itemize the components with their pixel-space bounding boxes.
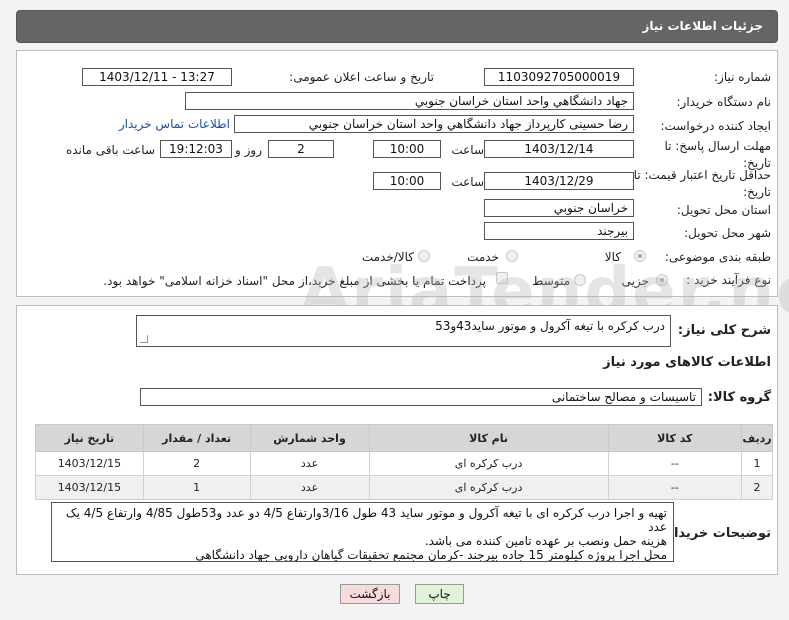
summary-text: درب کرکره با تیغه آکرول و موتور ساید43و5…	[435, 319, 665, 333]
category-goods-label: کالا	[604, 250, 621, 264]
treasury-payment-checkbox[interactable]	[496, 272, 508, 284]
table-row: 1 -- درب کرکره ای عدد 2 1403/12/15	[35, 451, 773, 476]
item-quantity: 2	[142, 451, 251, 476]
item-need-date: 1403/12/15	[35, 475, 144, 500]
item-name: درب کرکره ای	[368, 451, 609, 476]
goods-section-title: اطلاعات کالاهای مورد نیاز	[603, 355, 771, 370]
col-code: کد کالا	[607, 424, 743, 452]
need-number-label: شماره نیاز:	[714, 70, 771, 84]
item-code: --	[607, 451, 743, 476]
goods-group-field: تاسیسات و مصالح ساختمانی	[140, 388, 702, 406]
col-name: نام کالا	[368, 424, 609, 452]
price-validity-label: حداقل تاریخ اعتبار قیمت: تا تاریخ:	[633, 168, 771, 199]
buyer-org-label: نام دستگاه خریدار:	[676, 95, 772, 109]
treasury-payment-note: پرداخت تمام یا بخشی از مبلغ خرید،از محل …	[103, 274, 486, 288]
remaining-label: ساعت باقی مانده	[65, 143, 155, 157]
col-row: ردیف	[741, 424, 773, 452]
deadline-date-field: 1403/12/14	[484, 140, 634, 158]
need-number-field: 1103092705000019	[484, 68, 634, 86]
buyer-notes-label: توضیحات خریدار:	[661, 526, 771, 541]
remaining-time-field: 19:12:03	[160, 140, 232, 158]
process-medium-radio[interactable]	[574, 274, 586, 286]
summary-label: شرح کلی نیاز:	[677, 323, 771, 338]
category-label: طبقه بندی موضوعی:	[664, 250, 771, 264]
goods-group-label: گروه کالا:	[707, 390, 771, 405]
resize-handle-icon[interactable]	[140, 335, 148, 343]
buyer-notes-line: محل اجرا پروژه کیلومتر 15 جاده بیرجند -ک…	[195, 548, 667, 562]
province-field: خراسان جنوبي	[484, 199, 634, 217]
creator-field: رضا حسینی کارپرداز جهاد دانشگاهي واحد اس…	[234, 115, 634, 133]
creator-label: ایجاد کننده درخواست:	[660, 119, 771, 133]
goods-table: ردیف کد کالا نام کالا واحد شمارش تعداد /…	[35, 424, 773, 500]
category-goods-service-label: کالا/خدمت	[361, 250, 414, 264]
item-code: --	[607, 475, 743, 500]
item-unit: عدد	[249, 451, 370, 476]
print-button[interactable]: چاپ	[415, 584, 464, 604]
item-need-date: 1403/12/15	[35, 451, 144, 476]
col-quantity: تعداد / مقدار	[142, 424, 251, 452]
buyer-notes-line: هزینه حمل ونصب بر عهده تامین کننده می با…	[424, 534, 667, 548]
price-validity-time-label: ساعت	[451, 175, 484, 189]
item-name: درب کرکره ای	[368, 475, 609, 500]
buyer-org-field: جهاد دانشگاهي واحد استان خراسان جنوبي	[185, 92, 634, 110]
process-label: نوع فرآیند خرید :	[686, 273, 771, 287]
deadline-time-field: 10:00	[373, 140, 441, 158]
buyer-notes-line: تهیه و اجرا درب کرکره ای با تیغه آکرول و…	[65, 506, 667, 534]
days-label: روز و	[235, 143, 262, 157]
city-field: بیرجند	[484, 222, 634, 240]
col-unit: واحد شمارش	[249, 424, 370, 452]
buyer-contact-link[interactable]: اطلاعات تماس خریدار	[119, 117, 230, 131]
goods-table-wrapper: ردیف کد کالا نام کالا واحد شمارش تعداد /…	[35, 424, 773, 500]
item-quantity: 1	[142, 475, 251, 500]
row-number: 2	[741, 475, 773, 500]
announce-field: 1403/12/11 - 13:27	[82, 68, 232, 86]
col-need-date: تاریخ نیاز	[35, 424, 144, 452]
category-goods-radio[interactable]	[634, 250, 646, 262]
buyer-notes-field: تهیه و اجرا درب کرکره ای با تیغه آکرول و…	[51, 502, 674, 562]
page-header: جزئیات اطلاعات نیاز	[16, 10, 778, 43]
days-remaining-field: 2	[268, 140, 334, 158]
summary-field: درب کرکره با تیغه آکرول و موتور ساید43و5…	[136, 315, 671, 347]
announce-label: تاریخ و ساعت اعلان عمومی:	[289, 70, 434, 84]
process-medium-label: متوسط	[532, 274, 570, 288]
row-number: 1	[741, 451, 773, 476]
deadline-time-label: ساعت	[451, 143, 484, 157]
page-title: جزئیات اطلاعات نیاز	[642, 19, 763, 33]
category-service-radio[interactable]	[506, 250, 518, 262]
table-row: 2 -- درب کرکره ای عدد 1 1403/12/15	[35, 475, 773, 500]
price-validity-date-field: 1403/12/29	[484, 172, 634, 190]
process-minor-label: جزیی	[621, 274, 649, 288]
category-service-label: خدمت	[467, 250, 499, 264]
process-minor-radio[interactable]	[656, 274, 668, 286]
back-button[interactable]: بازگشت	[340, 584, 400, 604]
category-goods-service-radio[interactable]	[418, 250, 430, 262]
province-label: استان محل تحویل:	[676, 203, 771, 217]
city-label: شهر محل تحویل:	[684, 226, 771, 240]
goods-table-header: ردیف کد کالا نام کالا واحد شمارش تعداد /…	[35, 424, 773, 452]
price-validity-time-field: 10:00	[373, 172, 441, 190]
item-unit: عدد	[249, 475, 370, 500]
